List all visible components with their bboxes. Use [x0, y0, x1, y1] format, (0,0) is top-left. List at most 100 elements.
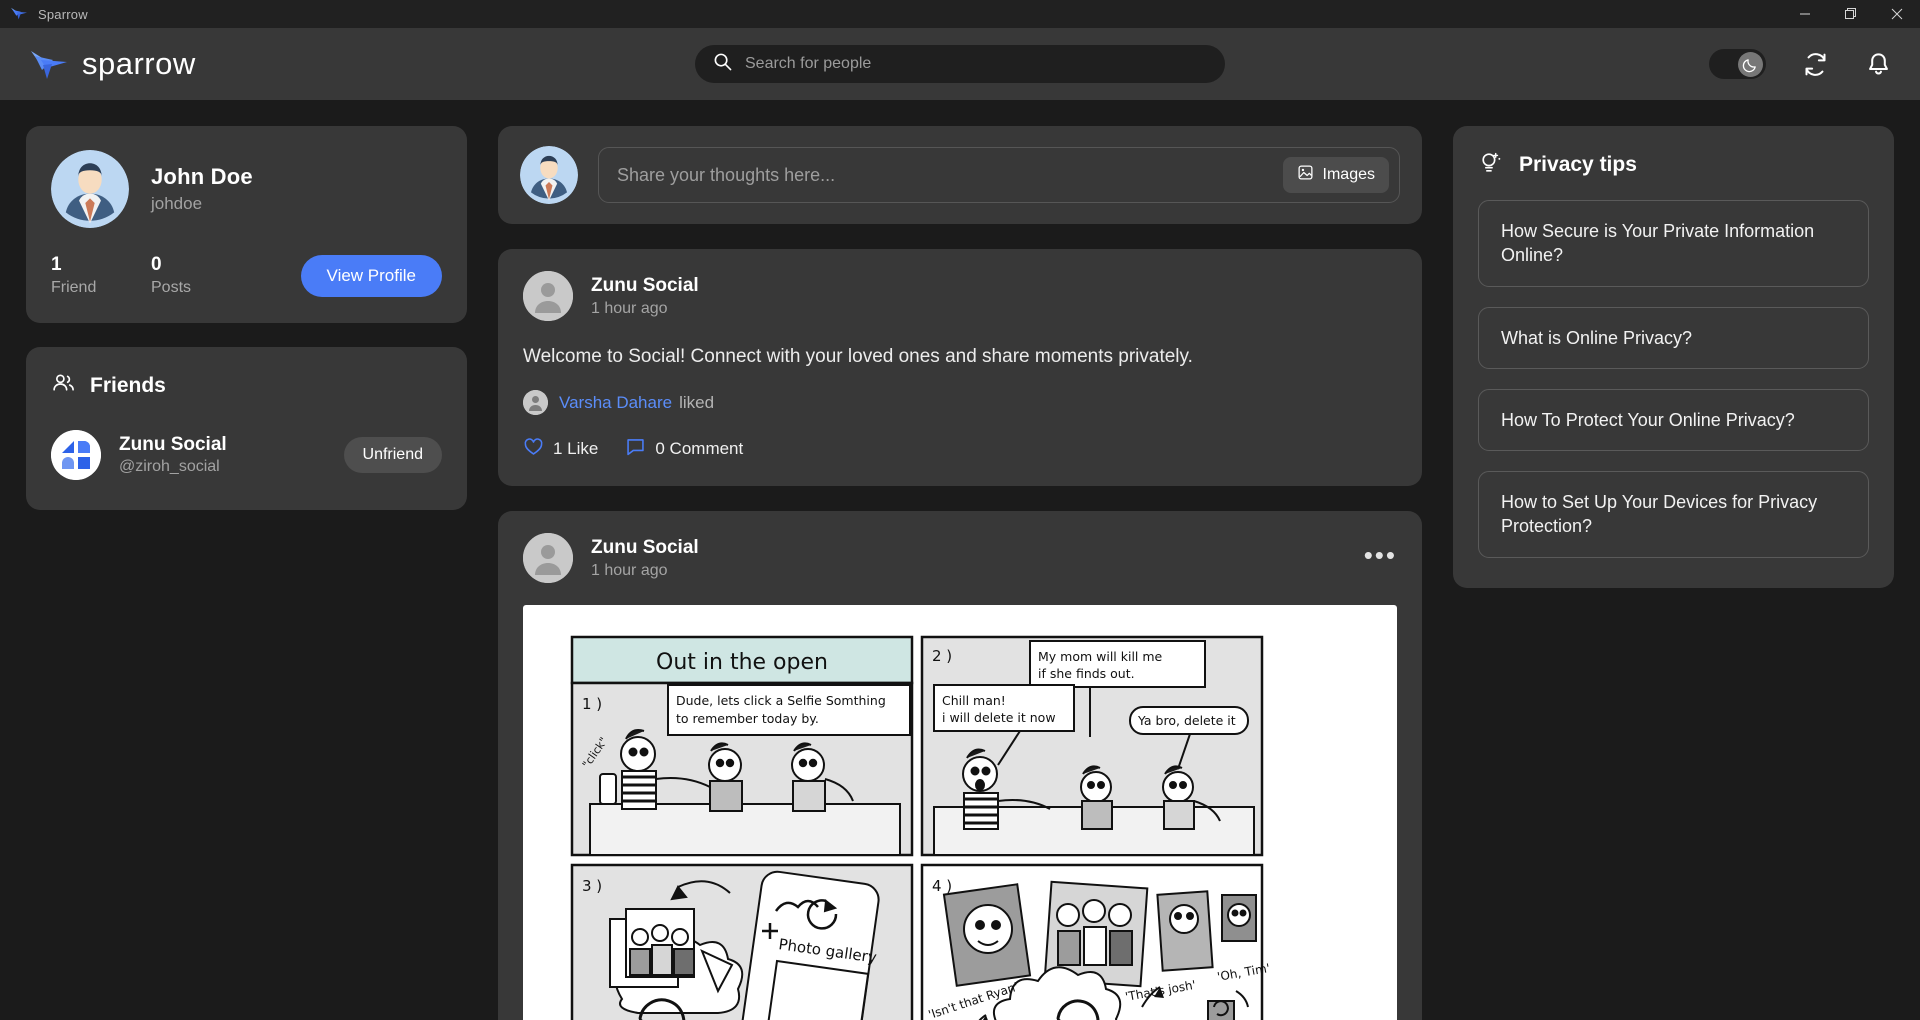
privacy-tips-title: Privacy tips	[1519, 153, 1637, 176]
stat-posts-value: 0	[151, 254, 162, 275]
lightbulb-icon	[1478, 150, 1503, 180]
image-icon	[1297, 164, 1314, 186]
like-button[interactable]: 1 Like	[523, 436, 598, 462]
refresh-button[interactable]	[1802, 51, 1829, 78]
post-header: Zunu Social 1 hour ago •••	[523, 533, 1397, 583]
sparrow-bird-icon	[28, 46, 68, 82]
add-images-label: Images	[1322, 166, 1375, 183]
left-sidebar: John Doe johdoe 1 Friend 0 Posts View Pr…	[26, 126, 467, 1020]
stat-posts: 0 Posts	[151, 254, 251, 297]
friends-card: Friends Zunu Social @ziroh_social Unfrie…	[26, 347, 467, 510]
post: Zunu Social 1 hour ago Welcome to Social…	[498, 249, 1422, 486]
avatar	[523, 390, 548, 415]
right-sidebar: Privacy tips How Secure is Your Private …	[1453, 126, 1894, 1020]
brand[interactable]: sparrow	[28, 46, 196, 82]
header-actions	[1709, 49, 1892, 79]
avatar	[51, 150, 129, 228]
svg-text:2 ): 2 )	[932, 647, 952, 665]
profile-handle: johdoe	[151, 194, 203, 213]
svg-text:to remember today by.: to remember today by.	[676, 711, 819, 726]
post-liked-by: Varsha Dahare liked	[523, 390, 1397, 415]
privacy-tip-item[interactable]: What is Online Privacy?	[1478, 306, 1869, 369]
svg-text:Dude, lets click a Selfie Som: Dude, lets click a Selfie Somthing	[676, 693, 886, 708]
list-item[interactable]: Zunu Social @ziroh_social Unfriend	[51, 430, 442, 480]
post-time: 1 hour ago	[591, 561, 668, 579]
profile-stats: 1 Friend 0 Posts View Profile	[51, 254, 442, 297]
view-profile-button[interactable]: View Profile	[300, 254, 442, 297]
avatar	[523, 533, 573, 583]
privacy-tip-item[interactable]: How Secure is Your Private Information O…	[1478, 200, 1869, 287]
svg-text:4 ): 4 )	[932, 877, 952, 895]
post-author: Zunu Social	[591, 536, 699, 558]
brand-name: sparrow	[82, 46, 196, 81]
app-header: sparrow	[0, 28, 1920, 100]
heart-icon	[523, 436, 544, 462]
composer-box[interactable]: Images	[598, 147, 1400, 203]
profile-identity: John Doe johdoe	[151, 164, 253, 214]
avatar	[523, 271, 573, 321]
dark-mode-toggle[interactable]	[1709, 49, 1766, 79]
friends-title: Friends	[90, 374, 166, 397]
svg-text:Ya bro, delete it: Ya bro, delete it	[1137, 713, 1236, 728]
toggle-knob	[1738, 51, 1763, 77]
search-input[interactable]	[745, 55, 1207, 73]
page-body: John Doe johdoe 1 Friend 0 Posts View Pr…	[0, 100, 1920, 1020]
svg-text:3 ): 3 )	[582, 877, 602, 895]
comic-strip: Out in the open 1 ) Dude, lets click a S…	[530, 619, 1390, 1020]
refresh-icon	[1805, 52, 1826, 76]
profile-header: John Doe johdoe	[51, 150, 442, 228]
search-icon	[713, 52, 732, 76]
svg-text:My mom will kill me: My mom will kill me	[1038, 649, 1163, 664]
liked-by-name[interactable]: Varsha Dahare	[559, 393, 672, 413]
window-titlebar: Sparrow	[0, 0, 1920, 28]
avatar	[520, 146, 578, 204]
post-header: Zunu Social 1 hour ago	[523, 271, 1397, 321]
post-text: Welcome to Social! Connect with your lov…	[523, 346, 1193, 367]
stat-friends: 1 Friend	[51, 254, 151, 297]
comment-count-label: 0 Comment	[655, 439, 744, 458]
stat-posts-label: Posts	[151, 279, 192, 296]
comment-button[interactable]: 0 Comment	[625, 436, 743, 462]
people-icon	[51, 371, 76, 401]
svg-text:i will delete it now: i will delete it now	[942, 710, 1056, 725]
privacy-tip-item[interactable]: How to Set Up Your Devices for Privacy P…	[1478, 471, 1869, 558]
composer-input[interactable]	[617, 164, 1283, 186]
post-composer: Images	[498, 126, 1422, 224]
notifications-button[interactable]	[1865, 51, 1892, 78]
unfriend-button[interactable]: Unfriend	[343, 437, 442, 473]
avatar	[51, 430, 101, 480]
search-bar[interactable]	[695, 45, 1225, 83]
privacy-tips-card: Privacy tips How Secure is Your Private …	[1453, 126, 1894, 588]
add-images-button[interactable]: Images	[1282, 157, 1389, 193]
post-author: Zunu Social	[591, 274, 699, 296]
close-button[interactable]	[1874, 0, 1920, 28]
minimize-button[interactable]	[1782, 0, 1828, 28]
privacy-tip-item[interactable]: How To Protect Your Online Privacy?	[1478, 388, 1869, 452]
window-controls	[1782, 0, 1920, 28]
stat-friends-value: 1	[51, 254, 62, 275]
friend-handle: @ziroh_social	[119, 458, 220, 475]
post-identity: Zunu Social 1 hour ago	[591, 275, 699, 318]
post-identity: Zunu Social 1 hour ago	[591, 537, 699, 580]
post-image: Out in the open 1 ) Dude, lets click a S…	[523, 605, 1397, 1020]
post: Zunu Social 1 hour ago ••• Out in the op…	[498, 511, 1422, 1020]
bell-icon	[1869, 52, 1888, 74]
like-count-label: 1 Like	[553, 439, 599, 458]
svg-text:Out in the open: Out in the open	[656, 650, 828, 675]
svg-text:if she finds out.: if she finds out.	[1038, 666, 1135, 681]
comment-icon	[625, 436, 646, 462]
svg-text:1 ): 1 )	[582, 695, 602, 713]
profile-name: John Doe	[151, 164, 253, 189]
post-time: 1 hour ago	[591, 299, 668, 317]
privacy-tips-header: Privacy tips	[1478, 150, 1869, 180]
sparrow-logo-icon	[10, 6, 28, 22]
post-options-button[interactable]: •••	[1364, 542, 1397, 568]
friend-identity: Zunu Social @ziroh_social	[119, 434, 227, 476]
post-actions: 1 Like 0 Comment	[523, 436, 1397, 462]
profile-card: John Doe johdoe 1 Friend 0 Posts View Pr…	[26, 126, 467, 323]
friends-header: Friends	[51, 371, 442, 401]
window-title: Sparrow	[38, 6, 88, 22]
stat-friends-label: Friend	[51, 279, 97, 296]
friend-name: Zunu Social	[119, 434, 227, 455]
restore-button[interactable]	[1828, 0, 1874, 28]
